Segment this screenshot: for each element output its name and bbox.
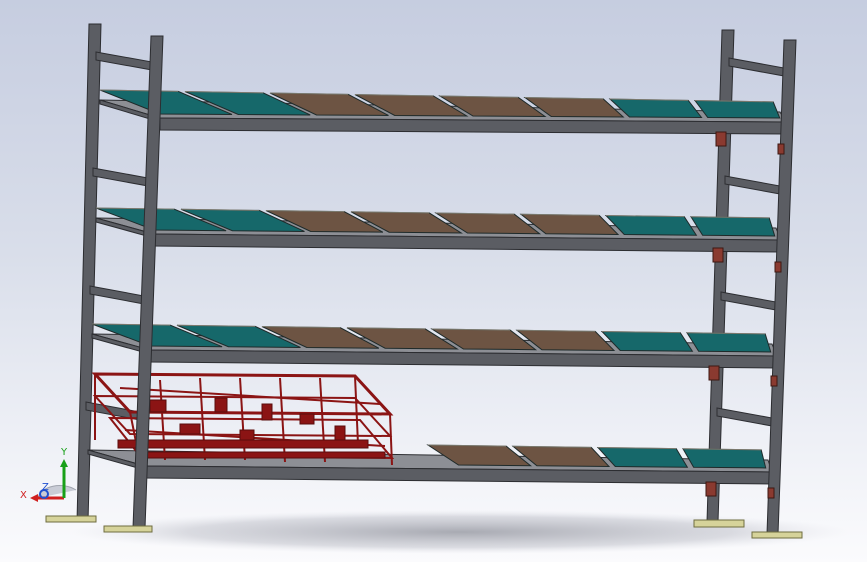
triad-z-label: Z (42, 482, 49, 493)
tray-teal (693, 99, 781, 119)
shelf-level-3[interactable] (91, 323, 778, 369)
triad-y-arrowhead (60, 459, 68, 467)
left-rear-frame[interactable] (45, 23, 102, 523)
left-rear-upright (76, 23, 102, 523)
tray-teal (682, 448, 767, 469)
right-front-foot (751, 531, 803, 539)
coordinate-triad: X Y Z (20, 447, 77, 502)
shelf-level-1[interactable] (99, 89, 787, 135)
ground-shadow (70, 510, 850, 554)
cad-graphics-viewport[interactable]: X Y Z (0, 0, 867, 562)
left-front-foot (103, 525, 153, 533)
left-rear-foot (45, 515, 97, 523)
triad-x-label: X (20, 490, 27, 501)
triad-x-arrowhead (30, 494, 38, 502)
shelf-level-2[interactable] (95, 207, 782, 253)
tray-teal (690, 216, 776, 237)
shelf-level-4[interactable] (87, 444, 773, 485)
right-rear-foot (693, 519, 745, 528)
tray-teal (686, 332, 772, 353)
shelf-rack-3d-model[interactable]: X Y Z (0, 0, 867, 562)
triad-y-label: Y (60, 447, 68, 458)
